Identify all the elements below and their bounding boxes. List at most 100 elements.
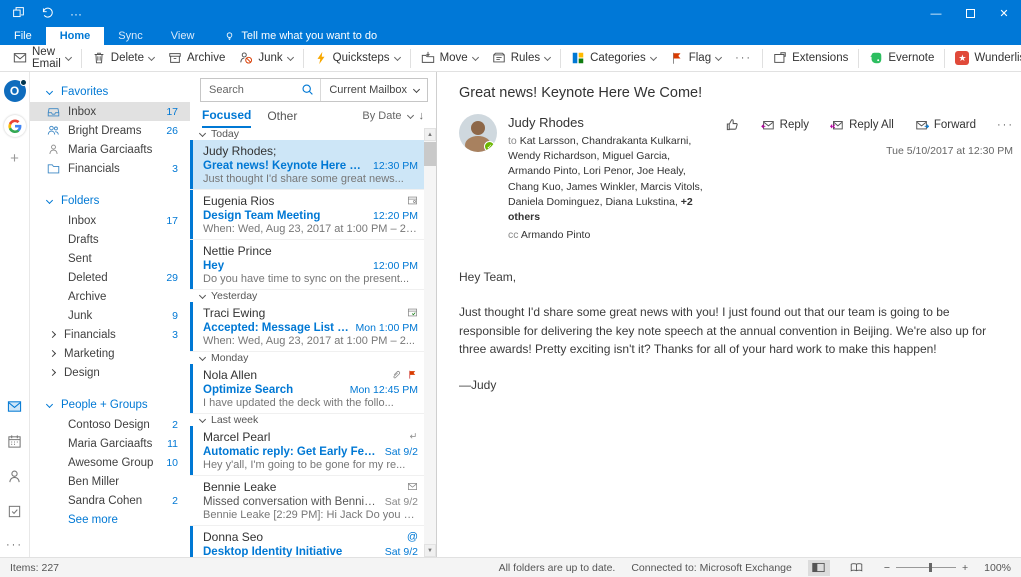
message-row-nettie-prince[interactable]: Nettie Prince Hey12:00 PM Do you have ti… — [190, 240, 424, 290]
add-account-button[interactable]: + — [10, 150, 19, 167]
send-receive-icon[interactable] — [12, 6, 25, 22]
junk-button[interactable]: Junk — [232, 47, 299, 70]
zoom-slider[interactable] — [896, 567, 956, 568]
see-more-link[interactable]: See more — [30, 510, 190, 529]
close-button[interactable]: ✕ — [987, 0, 1021, 27]
calendar-module-button[interactable] — [7, 434, 22, 454]
flag-button[interactable]: Flag — [663, 47, 728, 70]
search-input[interactable] — [201, 84, 301, 96]
titlebar-more-icon[interactable]: ··· — [70, 7, 82, 21]
reply-all-button[interactable]: Reply All — [823, 115, 901, 135]
recipients-line[interactable]: to Kat Larsson, Chandrakanta Kulkarni, W… — [508, 134, 708, 225]
favorites-section: Favorites Inbox 17 Bright Dreams 26 Mari… — [30, 82, 190, 178]
group-item-contoso-design[interactable]: Contoso Design2 — [30, 415, 190, 434]
sidebar-item-inbox[interactable]: Inbox 17 — [30, 102, 190, 121]
more-modules-button[interactable]: ··· — [6, 539, 23, 551]
folder-item-inbox[interactable]: Inbox17 — [30, 211, 190, 230]
folder-item-archive[interactable]: Archive — [30, 287, 190, 306]
search-scope-dropdown[interactable]: Current Mailbox — [320, 79, 427, 101]
message-row-donna-seo[interactable]: Donna Seo @ Desktop Identity InitiativeS… — [190, 526, 424, 557]
scroll-up-icon[interactable]: ▲ — [424, 128, 436, 141]
favorites-header[interactable]: Favorites — [30, 82, 190, 102]
more-actions-button[interactable]: ··· — [990, 116, 1021, 134]
ribbon-separator — [944, 49, 945, 68]
forward-button[interactable]: Forward — [908, 115, 983, 135]
message-row-judy-rhodes[interactable]: Judy Rhodes; Great news! Keynote Here We… — [190, 140, 424, 190]
sidebar-item-bright-dreams[interactable]: Bright Dreams 26 — [30, 121, 190, 140]
message-row-eugenia-rios[interactable]: Eugenia Rios Design Team Meeting12:20 PM… — [190, 190, 424, 240]
message-row-traci-ewing[interactable]: Traci Ewing Accepted: Message List Rende… — [190, 302, 424, 352]
message-row-bennie-leake[interactable]: Bennie Leake Missed conversation with Be… — [190, 476, 424, 526]
sort-direction-icon[interactable]: ↓ — [419, 110, 425, 122]
outlook-account-avatar[interactable]: O — [4, 80, 26, 102]
folders-header[interactable]: Folders — [30, 191, 190, 211]
tab-other[interactable]: Other — [267, 104, 297, 128]
tab-view[interactable]: View — [157, 27, 209, 45]
tab-home[interactable]: Home — [46, 27, 105, 45]
group-item-ben-miller[interactable]: Ben Miller — [30, 472, 190, 491]
scroll-down-icon[interactable]: ▼ — [424, 544, 436, 557]
folder-item-junk[interactable]: Junk9 — [30, 306, 190, 325]
new-email-button[interactable]: New Email — [6, 47, 78, 70]
tab-sync[interactable]: Sync — [104, 27, 156, 45]
group-header-today[interactable]: Today — [190, 128, 424, 140]
tasks-module-button[interactable] — [7, 504, 22, 524]
people-module-button[interactable] — [7, 469, 22, 489]
cc-line[interactable]: cc Armando Pinto — [508, 228, 708, 243]
folder-item-deleted[interactable]: Deleted29 — [30, 268, 190, 287]
rules-button[interactable]: Rules — [485, 47, 557, 70]
lightbulb-icon — [224, 31, 235, 42]
message-body: Hey Team, Just thought I'd share some gr… — [459, 268, 1021, 395]
chevron-down-icon — [46, 196, 53, 203]
quicksteps-icon — [314, 51, 328, 65]
categories-button[interactable]: Categories — [564, 47, 663, 70]
zoom-level[interactable]: 100% — [984, 562, 1011, 574]
sidebar-item-maria-garciaafts[interactable]: Maria Garciaafts — [30, 140, 190, 159]
folder-item-sent[interactable]: Sent — [30, 249, 190, 268]
sender-name[interactable]: Judy Rhodes — [508, 115, 708, 130]
zoom-slider-thumb[interactable] — [929, 563, 932, 572]
quicksteps-button[interactable]: Quicksteps — [307, 47, 407, 70]
message-row-nola-allen[interactable]: Nola Allen Optimize SearchMon 12:45 PM I… — [190, 364, 424, 414]
folder-item-marketing[interactable]: Marketing — [30, 344, 190, 363]
reply-button[interactable]: Reply — [754, 115, 816, 135]
extensions-button[interactable]: Extensions — [766, 47, 855, 70]
group-item-maria-garciaafts[interactable]: Maria Garciaafts11 — [30, 434, 190, 453]
undo-icon[interactable] — [41, 6, 54, 22]
normal-view-button[interactable] — [808, 560, 830, 576]
people-groups-header[interactable]: People + Groups — [30, 395, 190, 415]
reading-view-button[interactable] — [846, 560, 868, 576]
zoom-out-button[interactable]: − — [884, 562, 890, 574]
folder-item-drafts[interactable]: Drafts — [30, 230, 190, 249]
group-item-awesome-group[interactable]: Awesome Group10 — [30, 453, 190, 472]
search-icon[interactable] — [301, 81, 320, 99]
group-header-last-week[interactable]: Last week — [190, 414, 424, 426]
move-button[interactable]: Move — [414, 47, 485, 70]
search-bar: Current Mailbox — [200, 78, 428, 102]
message-row-marcel-pearl[interactable]: Marcel Pearl Automatic reply: Get Early … — [190, 426, 424, 476]
folder-item-financials[interactable]: Financials3 — [30, 325, 190, 344]
group-item-sandra-cohen[interactable]: Sandra Cohen2 — [30, 491, 190, 510]
delete-button[interactable]: Delete — [85, 47, 161, 70]
sort-control[interactable]: By Date ↓ — [362, 110, 424, 122]
wunderlist-button[interactable]: ★ Wunderlist — [948, 47, 1021, 70]
archive-button[interactable]: Archive — [161, 47, 232, 70]
message-list-scrollbar[interactable]: ▲ ▼ — [424, 128, 436, 557]
tab-focused[interactable]: Focused — [202, 104, 251, 128]
evernote-button[interactable]: Evernote — [862, 47, 941, 70]
tell-me-box[interactable]: Tell me what you want to do — [208, 27, 377, 45]
minimize-button[interactable]: — — [919, 0, 953, 27]
group-header-monday[interactable]: Monday — [190, 352, 424, 364]
google-account-avatar[interactable] — [4, 115, 26, 137]
scrollbar-thumb[interactable] — [424, 142, 436, 166]
zoom-in-button[interactable]: + — [962, 562, 968, 574]
folder-item-design[interactable]: Design — [30, 363, 190, 382]
maximize-button[interactable] — [953, 0, 987, 27]
sidebar-item-financials[interactable]: Financials 3 — [30, 159, 190, 178]
ribbon-overflow-button[interactable]: ··· — [728, 47, 759, 70]
like-button[interactable] — [718, 114, 747, 135]
sender-avatar[interactable]: ✓ — [459, 114, 497, 152]
mail-module-button[interactable] — [7, 399, 22, 419]
group-header-yesterday[interactable]: Yesterday — [190, 290, 424, 302]
tab-file[interactable]: File — [0, 27, 46, 45]
